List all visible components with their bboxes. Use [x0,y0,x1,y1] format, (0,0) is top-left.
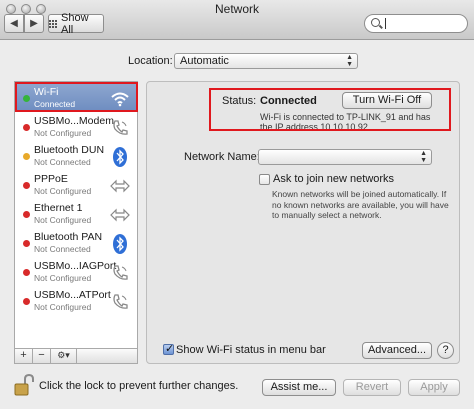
status-dot [23,124,30,131]
show-all-label: Show All [61,11,89,36]
service-item-pppoe[interactable]: PPPoE Not Configured [15,171,137,199]
lock-icon[interactable] [14,373,34,396]
wifi-icon [109,89,131,109]
service-name: Ethernet 1 [34,202,83,214]
service-name: PPPoE [34,173,68,185]
search-icon [371,18,380,27]
service-item-bluetooth-dun[interactable]: Bluetooth DUN Not Connected [15,142,137,170]
service-status: Not Configured [34,186,92,196]
service-item-bluetooth-pan[interactable]: Bluetooth PAN Not Connected [15,229,137,257]
revert-button[interactable]: Revert [343,379,401,396]
turn-wifi-off-button[interactable]: Turn Wi-Fi Off [342,92,432,109]
ask-join-checkbox[interactable] [259,174,270,185]
service-action-menu-button[interactable]: ⚙▾ [51,349,77,363]
add-service-button[interactable]: + [15,349,33,363]
service-item-wifi[interactable]: Wi-Fi Connected [15,84,137,112]
status-value: Connected [260,95,317,107]
status-label: Status: [222,95,257,107]
text-cursor [385,18,386,29]
phone-icon [109,118,131,138]
service-item-usb-iagport[interactable]: USBMo...IAGPort Not Configured [15,258,137,286]
status-description: Wi-Fi is connected to TP-LINK_91 and has… [260,112,431,132]
service-status: Not Configured [34,128,92,138]
back-button[interactable]: ◀ [4,14,24,33]
apply-button[interactable]: Apply [408,379,460,396]
service-name: Bluetooth DUN [34,144,105,156]
arrows-icon [109,176,131,196]
service-name: USBMo...IAGPort [34,260,117,272]
service-list-controls: + − ⚙▾ [14,348,138,364]
location-label: Location: [128,55,173,67]
bluetooth-icon [109,147,131,167]
ask-join-description: Known networks will be joined automatica… [272,189,449,220]
lock-text: Click the lock to prevent further change… [39,380,239,392]
service-status: Not Configured [34,215,92,225]
forward-button[interactable]: ▶ [24,14,44,33]
ask-join-label: Ask to join new networks [273,173,395,185]
service-status: Not Configured [34,273,92,283]
phone-icon [109,263,131,283]
status-dot [23,269,30,276]
updown-arrows-icon: ▲ ▼ [346,54,353,68]
service-name: USBMo...Modem [34,115,114,127]
status-dot [23,240,30,247]
bluetooth-icon [109,234,131,254]
assist-me-button[interactable]: Assist me... [262,379,336,396]
service-name: USBMo...ATPort [34,289,111,301]
network-name-label: Network Name: [184,151,260,163]
network-name-select[interactable]: ▲ ▼ [258,149,432,165]
service-name: Wi-Fi [34,86,59,98]
service-item-ethernet-1[interactable]: Ethernet 1 Not Configured [15,200,137,228]
service-list: Wi-Fi Connected USBMo...Modem Not Config… [14,81,138,364]
status-dot [23,211,30,218]
help-button[interactable]: ? [437,342,454,359]
service-status: Not Configured [34,302,92,312]
status-dot [23,95,30,102]
show-status-checkbox[interactable] [163,342,174,355]
phone-icon [109,292,131,312]
location-select[interactable]: Automatic ▲ ▼ [174,53,358,69]
service-item-usb-modem[interactable]: USBMo...Modem Not Configured [15,113,137,141]
title-bar: Network ◀ ▶ Show All [0,0,474,40]
status-dot [23,153,30,160]
service-status: Connected [34,99,76,109]
grid-icon [49,19,57,28]
advanced-button[interactable]: Advanced... [362,342,432,359]
show-all-button[interactable]: Show All [48,11,104,36]
location-value: Automatic [180,55,229,67]
service-status: Not Connected [34,244,91,254]
status-dot [23,182,30,189]
show-status-label: Show Wi-Fi status in menu bar [176,344,326,356]
service-name: Bluetooth PAN [34,231,103,243]
search-input[interactable] [364,14,468,33]
service-status: Not Connected [34,157,91,167]
remove-service-button[interactable]: − [33,349,51,363]
updown-arrows-icon: ▲ ▼ [420,150,427,164]
status-dot [23,298,30,305]
arrows-icon [109,205,131,225]
service-item-usb-atport[interactable]: USBMo...ATPort Not Configured [15,287,137,315]
